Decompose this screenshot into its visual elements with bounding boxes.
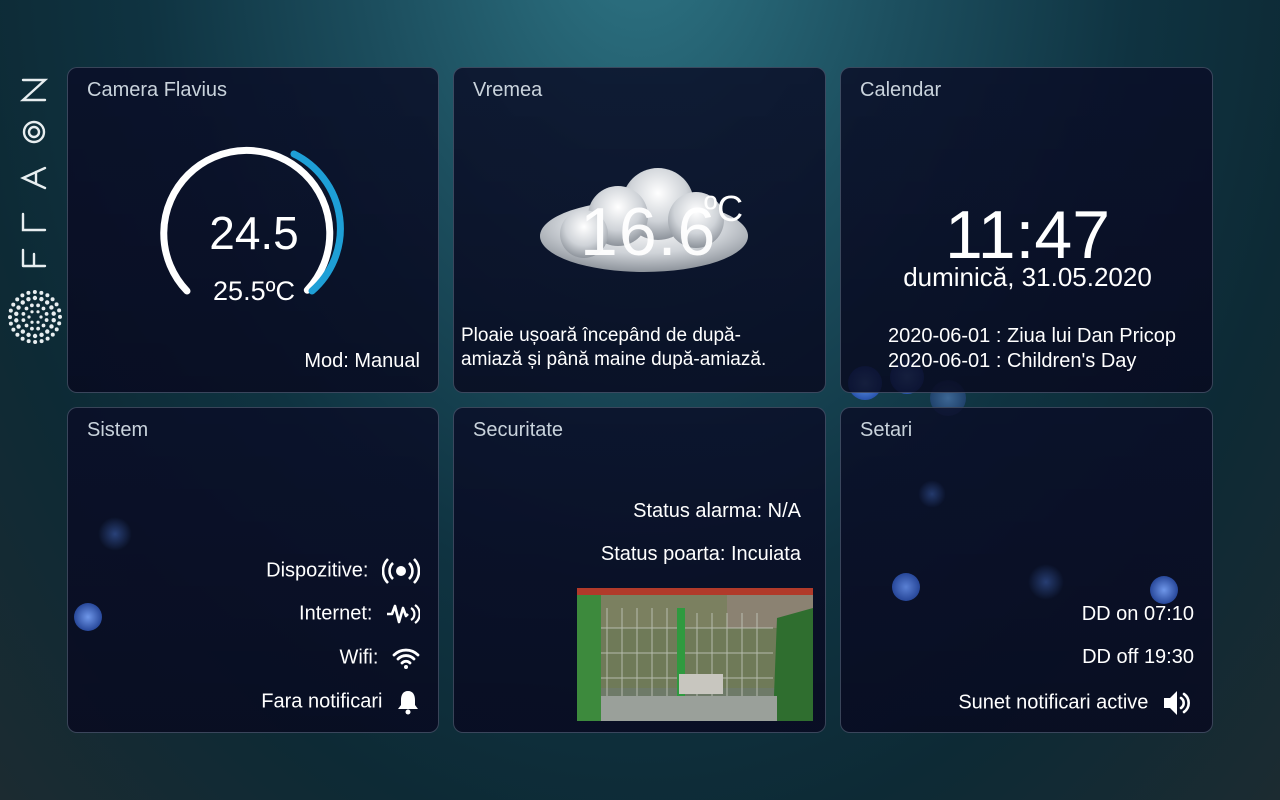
internet-label: Internet: — [299, 602, 373, 625]
security-card[interactable]: Securitate Status alarma: N/A Status poa… — [453, 407, 826, 733]
sun-dots-icon — [8, 290, 62, 344]
brand-wordmark-letters — [19, 78, 48, 268]
weather-unit: ºC — [704, 188, 744, 229]
weather-description-line: amiază și până maine după-amiază. — [461, 349, 767, 370]
dd-on-setting[interactable]: DD on 07:10 — [1082, 603, 1194, 626]
weather-description: Ploaie ușoară începând de după- amiază ș… — [461, 324, 766, 372]
event-item[interactable]: 2020-06-01 : Ziua lui Dan Pricop — [888, 324, 1176, 349]
card-title: Camera Flavius — [87, 79, 228, 101]
dd-off-setting[interactable]: DD off 19:30 — [1082, 646, 1194, 669]
gate-camera-image[interactable] — [577, 588, 813, 721]
devices-label: Dispozitive: — [266, 559, 369, 582]
brand-logo — [8, 70, 62, 355]
devices-status[interactable]: Dispozitive: — [266, 558, 420, 584]
speaker-icon — [1164, 691, 1190, 715]
thermostat-card[interactable]: Camera Flavius 24.5 25.5ºC Mod: Manual — [67, 67, 439, 393]
wifi-icon — [392, 648, 420, 669]
gate-status[interactable]: Status poarta: Incuiata — [601, 543, 801, 566]
brand-wordmark — [18, 70, 48, 270]
weather-card[interactable]: Vremea 16.6 ºC Ploaie ușoară începând de… — [453, 67, 826, 393]
current-temperature: 24.5 — [209, 207, 299, 259]
internet-status[interactable]: Internet: — [299, 602, 420, 626]
broadcast-icon — [382, 558, 420, 584]
card-title: Setari — [860, 419, 913, 441]
sound-setting[interactable]: Sunet notificari active — [958, 689, 1194, 717]
alarm-status[interactable]: Status alarma: N/A — [633, 500, 801, 523]
card-title: Vremea — [473, 79, 543, 101]
notifications-label: Fara notificari — [261, 690, 383, 713]
card-title: Calendar — [860, 79, 942, 101]
target-temperature[interactable]: 25.5ºC — [68, 276, 438, 307]
card-title: Securitate — [473, 419, 564, 441]
system-card[interactable]: Sistem Dispozitive: Internet: Wifi: Fara… — [67, 407, 439, 733]
pulse-icon — [387, 604, 420, 624]
clock-date: duminică, 31.05.2020 — [903, 262, 1152, 292]
events-list: 2020-06-01 : Ziua lui Dan Pricop 2020-06… — [888, 324, 1176, 374]
weather-description-line: Ploaie ușoară începând de după- — [461, 325, 741, 346]
card-title: Sistem — [87, 419, 149, 441]
event-item[interactable]: 2020-06-01 : Children's Day — [888, 349, 1176, 374]
wifi-status[interactable]: Wifi: — [340, 646, 420, 670]
weather-temperature: 16.6 — [580, 194, 717, 270]
bell-icon — [398, 691, 418, 715]
notifications-status[interactable]: Fara notificari — [261, 689, 420, 715]
calendar-card[interactable]: Calendar 11:47 duminică, 31.05.2020 2020… — [840, 67, 1213, 393]
wifi-label: Wifi: — [339, 646, 379, 669]
sound-label: Sunet notificari active — [958, 691, 1149, 714]
settings-card[interactable]: Setari DD on 07:10 DD off 19:30 Sunet no… — [840, 407, 1213, 733]
thermostat-mode[interactable]: Mod: Manual — [304, 350, 420, 373]
